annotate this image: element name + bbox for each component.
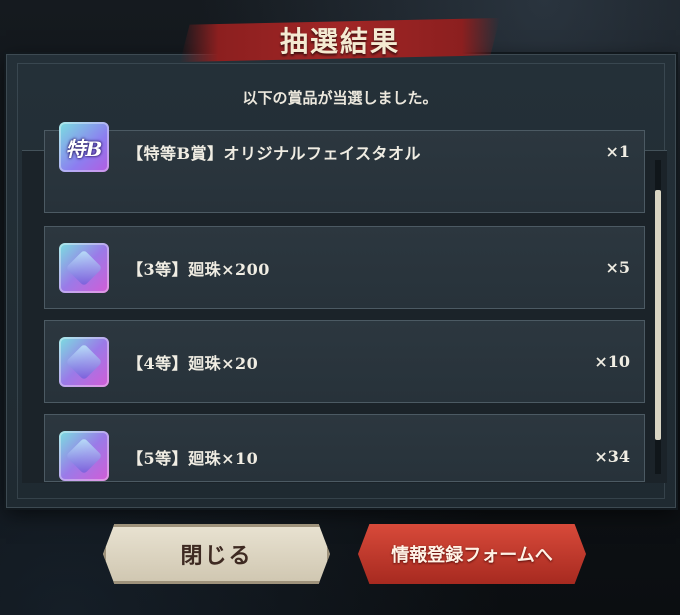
prize-quantity: ×34 (594, 447, 630, 466)
prize-name: 【3等】廻珠×200 (127, 259, 270, 279)
prize-item: 【3等】廻珠×200 ×5 (44, 226, 645, 309)
special-b-icon: 特B (59, 122, 109, 172)
prize-name: 【5等】廻珠×10 (127, 448, 259, 468)
scrollbar[interactable] (655, 160, 661, 474)
orb-cube-icon (59, 431, 109, 481)
prize-item: 【5等】廻珠×10 ×34 (44, 414, 645, 482)
close-button[interactable]: 閉じる (103, 524, 330, 584)
prize-quantity: ×10 (594, 352, 630, 371)
prize-name: 【4等】廻珠×20 (127, 353, 259, 373)
prize-quantity: ×5 (605, 258, 630, 277)
orb-cube-icon (59, 337, 109, 387)
prize-quantity: ×1 (605, 142, 630, 161)
register-form-button[interactable]: 情報登録フォームへ (358, 524, 586, 584)
dialog-title: 抽選結果 (279, 25, 400, 58)
orb-cube-icon (59, 243, 109, 293)
result-message: 以下の賞品が当選しました。 (242, 89, 438, 107)
prize-item: 【4等】廻珠×20 ×10 (44, 320, 645, 403)
prize-name: 【特等B賞】オリジナルフェイスタオル (127, 143, 422, 163)
special-b-label: 特B (65, 136, 103, 161)
prize-item: 特B 【特等B賞】オリジナルフェイスタオル ×1 (44, 122, 645, 213)
scrollbar-thumb[interactable] (655, 190, 661, 440)
